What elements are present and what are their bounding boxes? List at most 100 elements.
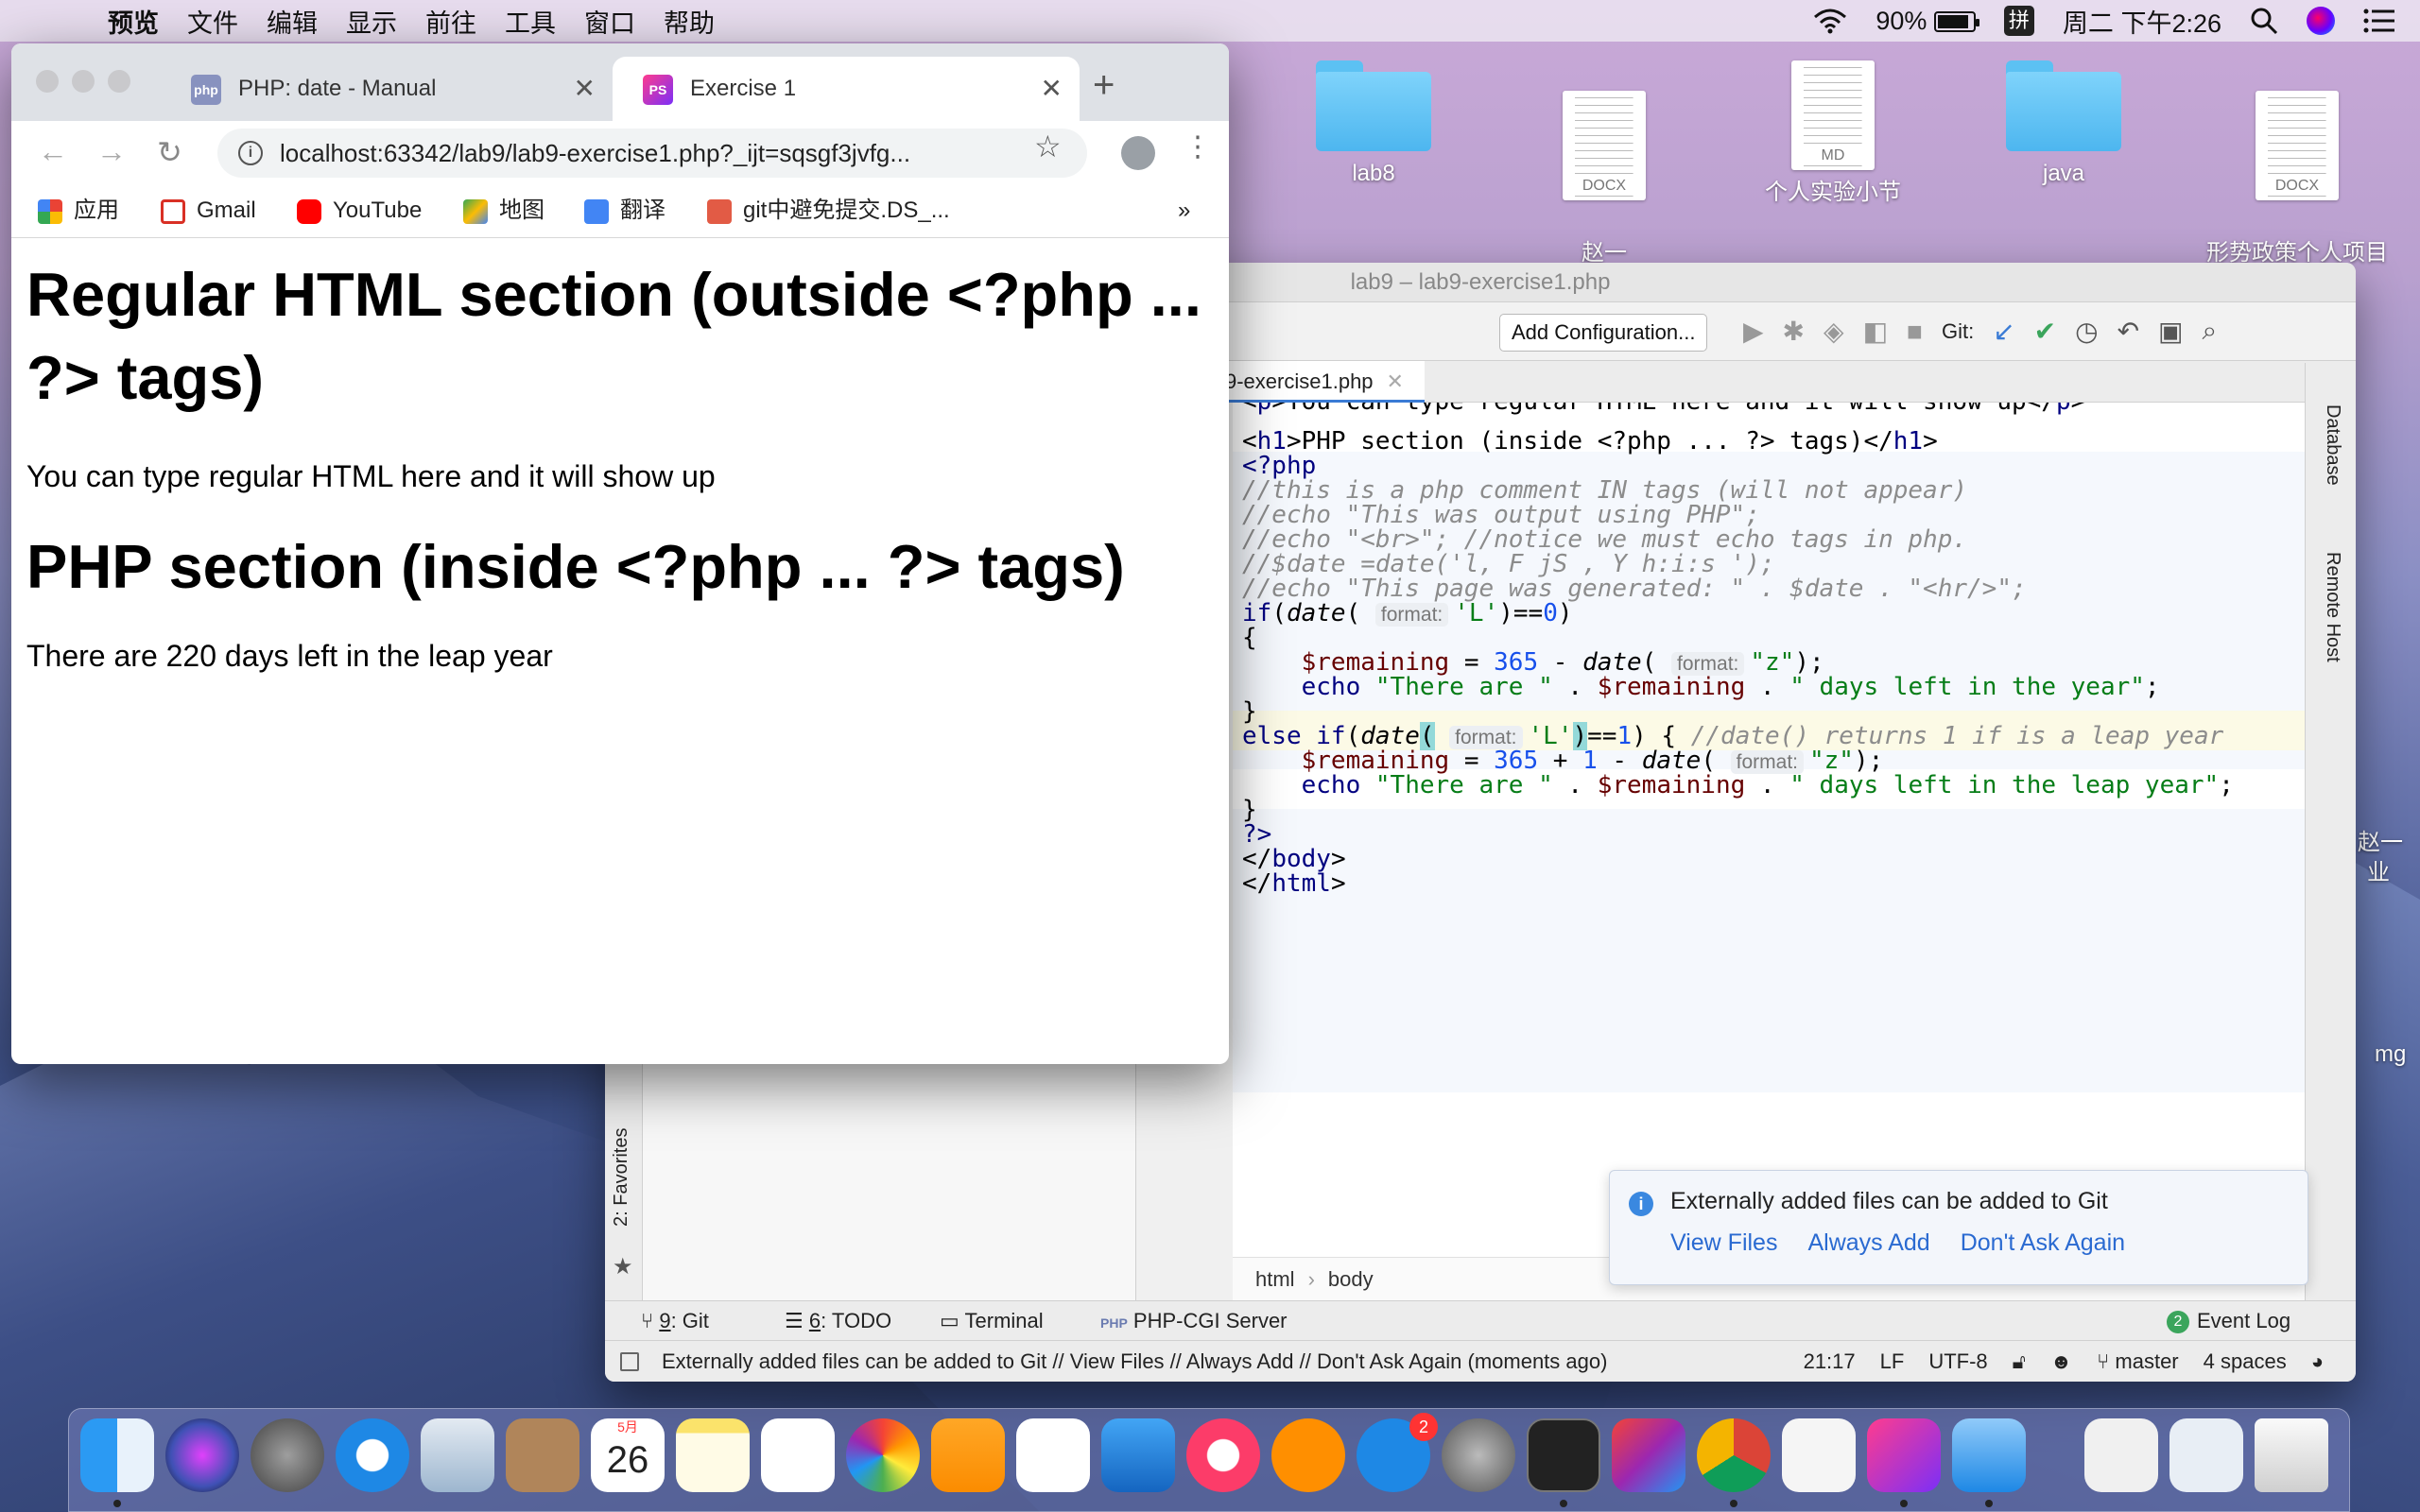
pages-icon[interactable]	[931, 1418, 1005, 1492]
bookmark-git-ds-store[interactable]: git中避免提交.DS_...	[707, 183, 950, 238]
favorites-tool-tab[interactable]: 2: Favorites	[611, 1128, 632, 1227]
intellij-idea-icon[interactable]	[1612, 1418, 1685, 1492]
view-files-link[interactable]: View Files	[1670, 1229, 1777, 1257]
file-encoding[interactable]: UTF-8	[1928, 1341, 1987, 1382]
chrome-menu-icon[interactable]: ⋮	[1184, 130, 1212, 163]
menu-file[interactable]: 文件	[187, 3, 238, 40]
mail-icon[interactable]	[421, 1418, 494, 1492]
bookmark-apps[interactable]: 应用	[38, 183, 119, 238]
browser-tab-exercise1[interactable]: PS Exercise 1 ✕	[613, 57, 1080, 121]
downloads-stack-icon[interactable]	[2169, 1418, 2243, 1492]
address-bar[interactable]: i localhost:63342/lab9/lab9-exercise1.ph…	[217, 129, 1087, 178]
reminders-icon[interactable]	[761, 1418, 835, 1492]
system-preferences-icon[interactable]	[1442, 1418, 1515, 1492]
coverage-icon[interactable]: ◈	[1824, 316, 1844, 347]
new-tab-button[interactable]: +	[1093, 66, 1115, 104]
siri-icon[interactable]	[2307, 7, 2335, 35]
menu-view[interactable]: 显示	[346, 3, 397, 40]
line-separator[interactable]: LF	[1880, 1341, 1905, 1382]
tool-tab-terminal[interactable]: ▭ Terminal	[940, 1301, 1044, 1341]
desktop-icon-experiment-notes[interactable]: MD 个人实验小节	[1743, 60, 1923, 208]
close-tab-icon[interactable]: ✕	[574, 57, 596, 121]
app-store-icon[interactable]: 2	[1357, 1413, 1438, 1492]
search-everywhere-icon[interactable]: ⌕	[2203, 316, 2218, 347]
launchpad-icon[interactable]	[251, 1418, 324, 1492]
menu-tools[interactable]: 工具	[505, 3, 556, 40]
git-history-icon[interactable]: ◷	[2075, 316, 2098, 347]
books-icon[interactable]	[1271, 1418, 1345, 1492]
desktop-icon-java[interactable]: java	[1974, 60, 2153, 189]
git-branch[interactable]: ⑂ master	[2097, 1341, 2179, 1382]
always-add-link[interactable]: Always Add	[1807, 1229, 1929, 1257]
reload-button[interactable]: ↻	[157, 134, 182, 170]
presentation-icon[interactable]: ▣	[2158, 316, 2183, 347]
event-log-tab[interactable]: 2 Event Log	[2167, 1301, 2290, 1341]
profile-icon[interactable]: ◧	[1863, 316, 1888, 347]
menu-help[interactable]: 帮助	[664, 3, 715, 40]
keynote-icon[interactable]	[1101, 1418, 1175, 1492]
dont-ask-again-link[interactable]: Don't Ask Again	[1961, 1229, 2125, 1257]
siri-app-icon[interactable]	[165, 1418, 239, 1492]
add-configuration-button[interactable]: Add Configuration...	[1499, 314, 1708, 352]
code-editor[interactable]: <p>You can type regular HTML here and it…	[1233, 403, 2305, 1257]
finder-icon[interactable]	[80, 1418, 154, 1492]
bookmark-translate[interactable]: 翻译	[584, 183, 666, 238]
star-icon[interactable]: ★	[613, 1253, 633, 1280]
spotlight-search-icon[interactable]	[2250, 7, 2278, 35]
wifi-icon[interactable]	[1813, 8, 1847, 34]
contacts-icon[interactable]	[506, 1418, 579, 1492]
documents-stack-icon[interactable]	[2084, 1418, 2158, 1492]
tool-tab-todo[interactable]: ☰ 6: TODO	[785, 1301, 891, 1341]
bookmarks-overflow-button[interactable]: »	[1178, 183, 1190, 238]
menu-edit[interactable]: 编辑	[267, 3, 318, 40]
inspector-icon[interactable]: ☻	[2050, 1341, 2072, 1382]
bookmark-youtube[interactable]: YouTube	[297, 183, 422, 238]
lock-icon[interactable]: 🔓︎	[2013, 1341, 2026, 1382]
close-icon[interactable]: ✕	[1387, 369, 1404, 393]
chrome-icon[interactable]	[1697, 1418, 1771, 1492]
menu-window[interactable]: 窗口	[584, 3, 635, 40]
numbers-icon[interactable]	[1016, 1418, 1090, 1492]
menu-app-name[interactable]: 预览	[108, 3, 159, 40]
database-tool-tab[interactable]: Database	[2322, 404, 2343, 486]
bookmark-gmail[interactable]: Gmail	[161, 183, 256, 238]
caret-position[interactable]: 21:17	[1804, 1341, 1856, 1382]
memory-indicator-icon[interactable]: ◕	[2311, 1341, 2324, 1382]
bookmark-star-icon[interactable]: ☆	[1034, 129, 1062, 164]
run-icon[interactable]: ▶	[1743, 316, 1764, 347]
minimize-window-button[interactable]	[72, 70, 95, 93]
phpstorm-icon[interactable]	[1867, 1418, 1941, 1492]
toggle-tool-windows-icon[interactable]	[620, 1352, 639, 1371]
menu-go[interactable]: 前往	[425, 3, 476, 40]
tool-tab-php-cgi-server[interactable]: PHP PHP-CGI Server	[1100, 1301, 1288, 1343]
debug-icon[interactable]: ✱	[1783, 316, 1805, 347]
notes-icon[interactable]	[676, 1418, 750, 1492]
close-tab-icon[interactable]: ✕	[1041, 57, 1063, 121]
battery-icon[interactable]	[1933, 11, 1979, 33]
typora-icon[interactable]	[1782, 1418, 1856, 1492]
music-icon[interactable]	[1186, 1418, 1260, 1492]
trash-icon[interactable]	[2255, 1418, 2328, 1492]
calendar-icon[interactable]: 5月 26	[591, 1418, 665, 1492]
git-commit-icon[interactable]: ✔	[2034, 316, 2056, 347]
safari-icon[interactable]	[336, 1418, 409, 1492]
browser-tab-php-manual[interactable]: php PHP: date - Manual ✕	[178, 57, 613, 121]
menubar-clock[interactable]: 周二 下午2:26	[2063, 3, 2221, 40]
remote-host-tool-tab[interactable]: Remote Host	[2322, 552, 2343, 662]
notification-center-icon[interactable]	[2363, 9, 2395, 33]
breadcrumb-body[interactable]: body	[1328, 1267, 1374, 1291]
status-message[interactable]: Externally added files can be added to G…	[662, 1341, 1607, 1382]
git-rollback-icon[interactable]: ↶	[2118, 316, 2139, 347]
profile-avatar[interactable]	[1121, 136, 1155, 170]
tool-tab-git[interactable]: ⑂ 9: Git	[641, 1301, 709, 1341]
zoom-window-button[interactable]	[108, 70, 130, 93]
preview-icon[interactable]	[1952, 1418, 2026, 1492]
back-button[interactable]: ←	[38, 134, 68, 169]
forward-button[interactable]: →	[96, 134, 127, 169]
stop-icon[interactable]: ■	[1907, 317, 1923, 347]
git-update-icon[interactable]: ↙	[1993, 316, 2014, 347]
photos-icon[interactable]	[846, 1418, 920, 1492]
close-window-button[interactable]	[36, 70, 59, 93]
input-method-icon[interactable]: 拼	[2003, 6, 2034, 36]
bookmark-maps[interactable]: 地图	[463, 183, 544, 238]
